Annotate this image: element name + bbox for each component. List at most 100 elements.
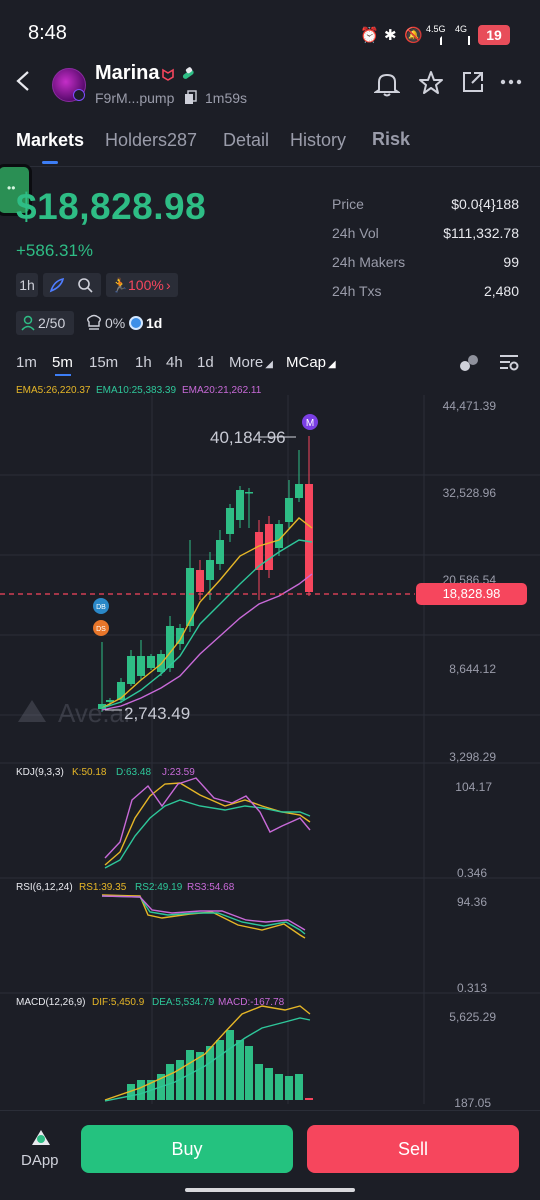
dapp-icon[interactable] <box>30 1126 52 1148</box>
home-indicator <box>185 1188 355 1192</box>
stat-price-value: $0.0{4}188 <box>451 196 519 212</box>
bell-icon[interactable] <box>372 70 402 100</box>
tab-markets[interactable]: Markets <box>16 130 84 151</box>
rsi-1-line <box>101 894 306 939</box>
svg-text:DS: DS <box>96 626 106 633</box>
tab-risk[interactable]: Risk <box>372 129 410 150</box>
interval-1d[interactable]: 1d <box>197 354 214 371</box>
candle-body <box>137 656 145 676</box>
chef-value: 0% <box>105 315 126 331</box>
candle-body <box>216 540 224 564</box>
candle-body <box>265 524 273 570</box>
kdj-k: K:50.18 <box>72 767 107 778</box>
interval-4h[interactable]: 4h <box>166 354 183 371</box>
macd-bar <box>216 1040 224 1100</box>
rsi-2-line <box>101 895 306 935</box>
chevron-right-icon: › <box>166 277 171 293</box>
chip-stats[interactable]: 0% 1d <box>84 311 172 335</box>
copy-icon[interactable] <box>184 90 198 106</box>
macd-bar <box>166 1064 174 1100</box>
more-icon[interactable] <box>496 70 526 100</box>
svg-text:M: M <box>306 418 314 429</box>
divider <box>0 166 540 167</box>
y-axis-label-2: 32,528.96 <box>442 486 496 500</box>
stat-makers-value: 99 <box>503 254 519 270</box>
ema5-label: EMA5:26,220.37 <box>16 385 91 396</box>
kdj-axis-max: 104.17 <box>455 780 492 794</box>
stat-makers-label: 24h Makers <box>332 254 406 270</box>
tab-detail[interactable]: Detail <box>223 130 269 151</box>
sell-button[interactable]: Sell <box>307 1125 519 1173</box>
indicators-icon[interactable] <box>458 352 480 374</box>
signal-icon <box>426 36 442 45</box>
person-icon <box>21 314 37 339</box>
chef-hat-icon <box>86 314 102 339</box>
network-label-2: 4G <box>455 24 468 34</box>
search-icon <box>76 276 94 301</box>
tab-history[interactable]: History <box>290 130 346 151</box>
chip-tools[interactable] <box>43 273 101 297</box>
interval-indicator <box>55 374 71 376</box>
tab-holders[interactable]: Holders287 <box>105 130 197 151</box>
star-icon[interactable] <box>416 70 446 100</box>
share-icon[interactable] <box>458 70 488 100</box>
kdj-d: D:63.48 <box>116 767 152 778</box>
stat-vol-label: 24h Vol <box>332 225 379 241</box>
macd-bar <box>295 1074 303 1100</box>
chip-holders[interactable]: 2/50 <box>16 311 74 335</box>
rsi-1: RS1:39.35 <box>79 882 127 893</box>
mcap-toggle[interactable]: MCap ◢ <box>286 354 336 371</box>
candle-body <box>186 568 194 626</box>
token-avatar[interactable] <box>52 68 86 102</box>
chip-interval[interactable]: 1h <box>16 273 38 297</box>
interval-15m[interactable]: 15m <box>89 354 118 371</box>
candle-body <box>166 626 174 668</box>
y-axis-label-4: 8,644.12 <box>449 662 496 676</box>
status-bar: 8:48 ⏰ ✱ 🔕 4.5G 4G 19 <box>0 0 540 60</box>
candle-body <box>196 570 204 592</box>
rsi-axis-min: 0.313 <box>456 981 487 995</box>
marker-ds[interactable]: DS <box>93 620 109 636</box>
stat-txs-value: 2,480 <box>483 283 519 299</box>
marker-db[interactable]: DB <box>93 598 109 614</box>
interval-1m[interactable]: 1m <box>16 354 37 371</box>
macd-dif: DIF:5,450.9 <box>92 997 145 1008</box>
chip-runner[interactable]: 🏃 100% › <box>106 273 178 297</box>
signal-icon-2 <box>456 36 470 45</box>
macd-bar <box>245 1046 253 1100</box>
y-axis-label-5: 3,298.29 <box>449 750 496 764</box>
buy-button[interactable]: Buy <box>81 1125 293 1173</box>
high-label: 40,184.96 <box>210 428 286 447</box>
back-arrow-icon[interactable] <box>14 66 42 102</box>
rsi-3: RS3:54.68 <box>187 882 235 893</box>
kdj-k-line <box>104 782 311 866</box>
marker-m[interactable]: M <box>302 414 318 430</box>
chain-badge-icon <box>73 89 85 101</box>
tab-indicator <box>42 161 58 164</box>
rsi-2: RS2:49.19 <box>135 882 183 893</box>
kdj-axis-min: 0.346 <box>456 866 487 880</box>
status-time: 8:48 <box>28 22 67 44</box>
interval-1h[interactable]: 1h <box>135 354 152 371</box>
stat-txs-label: 24h Txs <box>332 283 382 299</box>
token-age: 1m59s <box>205 90 248 106</box>
interval-5m[interactable]: 5m <box>52 354 73 371</box>
interval-more[interactable]: More ◢ <box>229 354 273 371</box>
mute-icon: 🔕 <box>404 27 423 44</box>
macd-bar <box>206 1046 214 1100</box>
kdj-j: J:23.59 <box>162 767 195 778</box>
chart-area[interactable]: Ave.ai 40,184.96 2,743.49 M DB DS EMA5:2… <box>0 380 540 1110</box>
market-cap-value: $18,828.98 <box>16 186 207 227</box>
chart-settings-icon[interactable] <box>498 352 520 374</box>
candle-body <box>127 656 135 684</box>
rsi-title: RSI(6,12,24) <box>16 882 73 893</box>
kdj-d-line <box>104 799 311 869</box>
current-price-tag: 18,828.98 <box>416 583 527 605</box>
dapp-label[interactable]: DApp <box>21 1152 59 1169</box>
holders-value: 2/50 <box>38 315 66 331</box>
kdj-title: KDJ(9,3,3) <box>16 767 64 778</box>
macd-bar <box>137 1080 145 1100</box>
macd-value: MACD:-167.78 <box>218 997 285 1008</box>
runner-icon: 🏃 <box>111 277 129 293</box>
macd-bar <box>305 1098 313 1100</box>
